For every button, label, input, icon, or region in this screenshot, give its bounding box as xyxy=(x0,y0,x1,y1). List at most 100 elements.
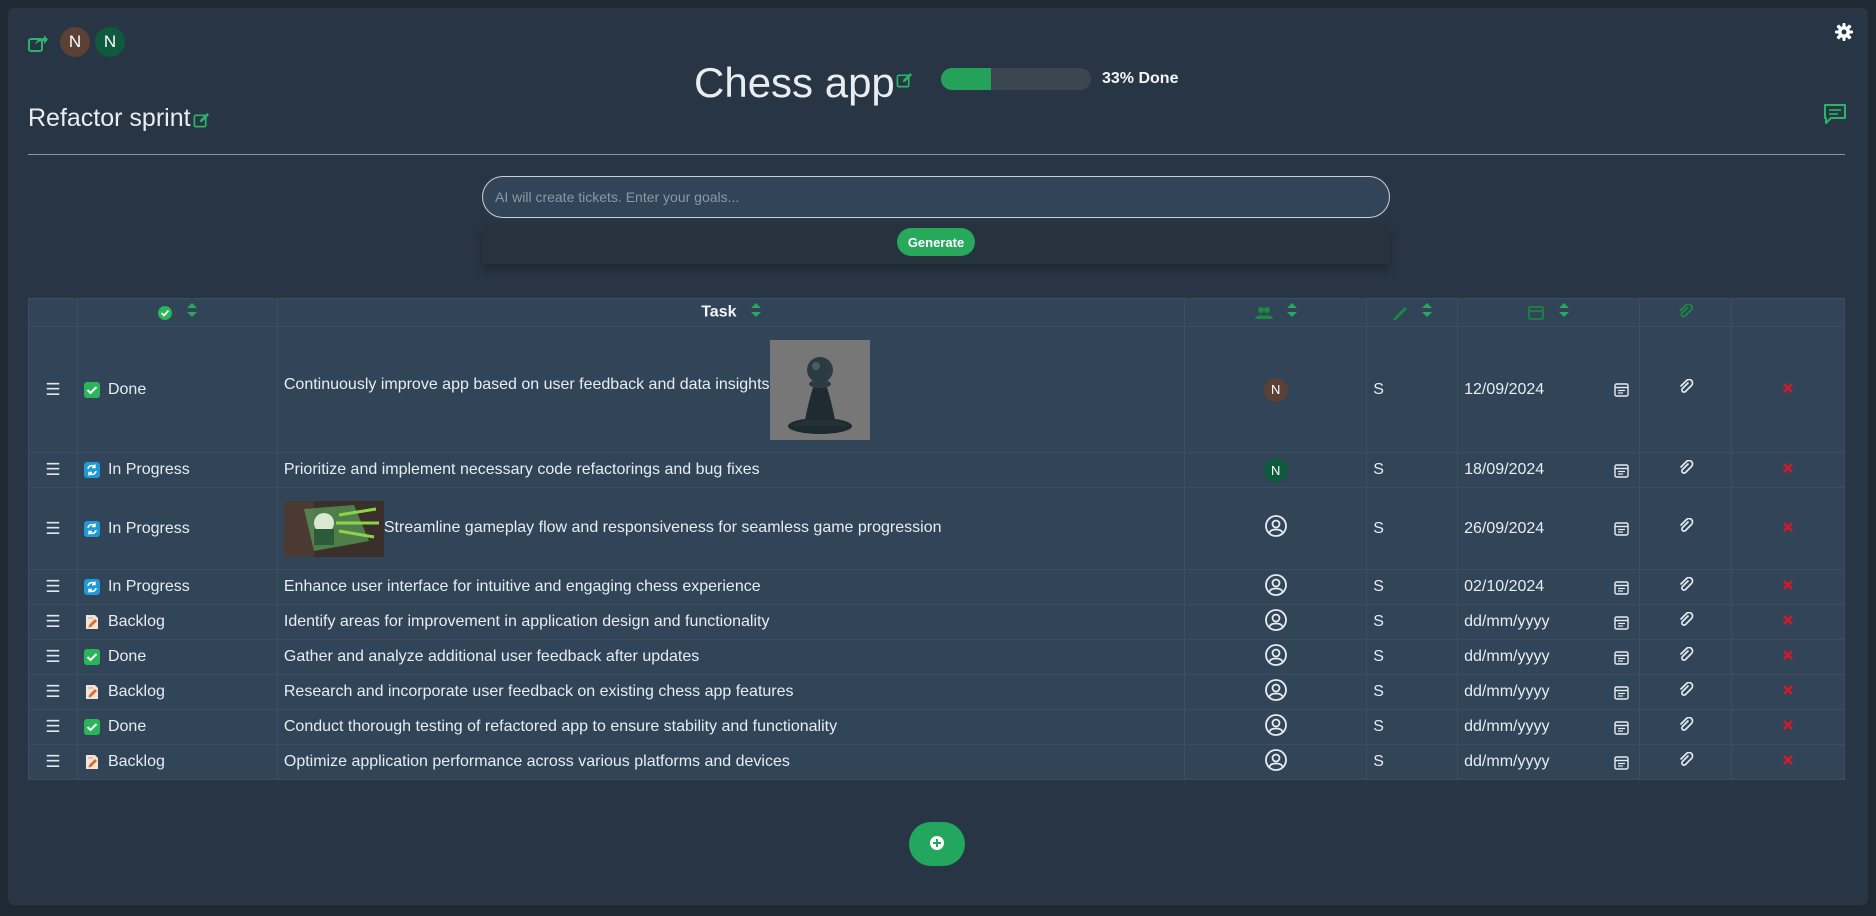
date-cell[interactable]: dd/mm/yyyy xyxy=(1457,744,1641,780)
drag-handle-icon[interactable]: ☰ xyxy=(45,752,60,771)
assignee-cell[interactable] xyxy=(1184,744,1368,780)
task-cell[interactable]: Enhance user interface for intuitive and… xyxy=(276,569,1186,605)
calendar-icon[interactable] xyxy=(1614,685,1629,700)
paperclip-icon[interactable] xyxy=(1678,681,1694,698)
drag-handle[interactable]: ☰ xyxy=(28,639,78,675)
task-image[interactable] xyxy=(769,339,870,440)
user-circle-icon[interactable] xyxy=(1264,713,1288,737)
delete-icon[interactable] xyxy=(1782,521,1794,533)
drag-handle-icon[interactable]: ☰ xyxy=(45,682,60,701)
drag-handle[interactable]: ☰ xyxy=(28,569,78,605)
assignee-cell[interactable] xyxy=(1184,639,1368,675)
status-cell[interactable]: Backlog xyxy=(76,674,278,710)
sort-icon[interactable] xyxy=(1422,303,1433,322)
calendar-icon[interactable] xyxy=(1614,463,1629,478)
user-circle-icon[interactable] xyxy=(1264,608,1288,632)
status-cell[interactable]: In Progress xyxy=(76,569,278,605)
user-circle-icon[interactable] xyxy=(1264,678,1288,702)
assignee-header[interactable] xyxy=(1184,298,1368,327)
assignee-avatar[interactable]: N xyxy=(1263,377,1288,402)
drag-handle-icon[interactable]: ☰ xyxy=(45,612,60,631)
user-circle-icon[interactable] xyxy=(1264,573,1288,597)
date-cell[interactable]: dd/mm/yyyy xyxy=(1457,604,1641,640)
size-cell[interactable]: S xyxy=(1366,744,1459,780)
size-cell[interactable]: S xyxy=(1366,709,1459,745)
delete-icon[interactable] xyxy=(1782,462,1794,474)
size-cell[interactable]: S xyxy=(1366,452,1459,488)
assignee-cell[interactable]: N xyxy=(1184,326,1368,453)
calendar-icon[interactable] xyxy=(1614,615,1629,630)
paperclip-icon[interactable] xyxy=(1678,576,1694,593)
task-cell[interactable]: Gather and analyze additional user feedb… xyxy=(276,639,1186,675)
table-row[interactable]: ☰ Done Gather and analyze additional user … xyxy=(28,639,1845,675)
table-row[interactable]: ☰ Backlog Research and incorporate user fe… xyxy=(28,674,1845,710)
delete-cell[interactable] xyxy=(1731,326,1845,453)
calendar-icon[interactable] xyxy=(1614,382,1629,397)
drag-handle-icon[interactable]: ☰ xyxy=(45,717,60,736)
drag-handle[interactable]: ☰ xyxy=(28,709,78,745)
task-cell[interactable]: Optimize application performance across … xyxy=(276,744,1186,780)
status-cell[interactable]: Backlog xyxy=(76,744,278,780)
attachment-cell[interactable] xyxy=(1639,639,1732,675)
drag-handle-icon[interactable]: ☰ xyxy=(45,647,60,666)
date-cell[interactable]: 18/09/2024 xyxy=(1457,452,1641,488)
status-cell[interactable]: Backlog xyxy=(76,604,278,640)
drag-handle[interactable]: ☰ xyxy=(28,326,78,453)
delete-cell[interactable] xyxy=(1731,487,1845,570)
task-cell[interactable]: Streamline gameplay flow and responsiven… xyxy=(276,487,1186,570)
chat-icon[interactable] xyxy=(1823,103,1847,130)
user-circle-icon[interactable] xyxy=(1264,748,1288,772)
paperclip-icon[interactable] xyxy=(1678,716,1694,733)
delete-icon[interactable] xyxy=(1782,649,1794,661)
attachment-cell[interactable] xyxy=(1639,744,1732,780)
share-icon[interactable] xyxy=(27,32,49,59)
date-cell[interactable]: 02/10/2024 xyxy=(1457,569,1641,605)
delete-cell[interactable] xyxy=(1731,604,1845,640)
calendar-icon[interactable] xyxy=(1614,580,1629,595)
table-row[interactable]: ☰ In Progress Enhance user interface for i… xyxy=(28,569,1845,605)
drag-handle[interactable]: ☰ xyxy=(28,674,78,710)
table-row[interactable]: ☰ Backlog Optimize application performance… xyxy=(28,744,1845,780)
date-cell[interactable]: 12/09/2024 xyxy=(1457,326,1641,453)
date-header[interactable] xyxy=(1457,298,1641,327)
avatar[interactable]: N xyxy=(60,27,90,57)
attachment-cell[interactable] xyxy=(1639,569,1732,605)
size-cell[interactable]: S xyxy=(1366,569,1459,605)
drag-handle-icon[interactable]: ☰ xyxy=(45,380,60,399)
delete-cell[interactable] xyxy=(1731,452,1845,488)
calendar-icon[interactable] xyxy=(1614,720,1629,735)
date-cell[interactable]: dd/mm/yyyy xyxy=(1457,674,1641,710)
ai-goals-input[interactable] xyxy=(482,176,1390,218)
date-cell[interactable]: 26/09/2024 xyxy=(1457,487,1641,570)
delete-cell[interactable] xyxy=(1731,674,1845,710)
paperclip-icon[interactable] xyxy=(1678,517,1694,534)
user-circle-icon[interactable] xyxy=(1264,643,1288,667)
delete-icon[interactable] xyxy=(1782,719,1794,731)
date-cell[interactable]: dd/mm/yyyy xyxy=(1457,709,1641,745)
paperclip-icon[interactable] xyxy=(1678,459,1694,476)
drag-handle[interactable]: ☰ xyxy=(28,452,78,488)
paperclip-icon[interactable] xyxy=(1678,646,1694,663)
attachment-cell[interactable] xyxy=(1639,604,1732,640)
edit-icon[interactable] xyxy=(193,112,210,134)
assignee-avatar[interactable]: N xyxy=(1263,458,1288,482)
status-cell[interactable]: In Progress xyxy=(76,452,278,488)
status-cell[interactable]: In Progress xyxy=(76,487,278,570)
gear-icon[interactable] xyxy=(1834,22,1854,47)
sort-icon[interactable] xyxy=(750,303,761,322)
sort-icon[interactable] xyxy=(1286,303,1297,322)
add-task-button[interactable] xyxy=(909,822,965,866)
user-circle-icon[interactable] xyxy=(1264,514,1288,538)
task-cell[interactable]: Continuously improve app based on user f… xyxy=(276,326,1186,453)
drag-handle-icon[interactable]: ☰ xyxy=(45,519,60,538)
status-cell[interactable]: Done xyxy=(76,326,278,453)
drag-handle-icon[interactable]: ☰ xyxy=(45,577,60,596)
delete-icon[interactable] xyxy=(1782,382,1794,394)
size-header[interactable] xyxy=(1366,298,1459,327)
delete-icon[interactable] xyxy=(1782,754,1794,766)
edit-icon[interactable] xyxy=(896,72,913,94)
task-cell[interactable]: Research and incorporate user feedback o… xyxy=(276,674,1186,710)
calendar-icon[interactable] xyxy=(1614,521,1629,536)
status-cell[interactable]: Done xyxy=(76,639,278,675)
delete-cell[interactable] xyxy=(1731,709,1845,745)
